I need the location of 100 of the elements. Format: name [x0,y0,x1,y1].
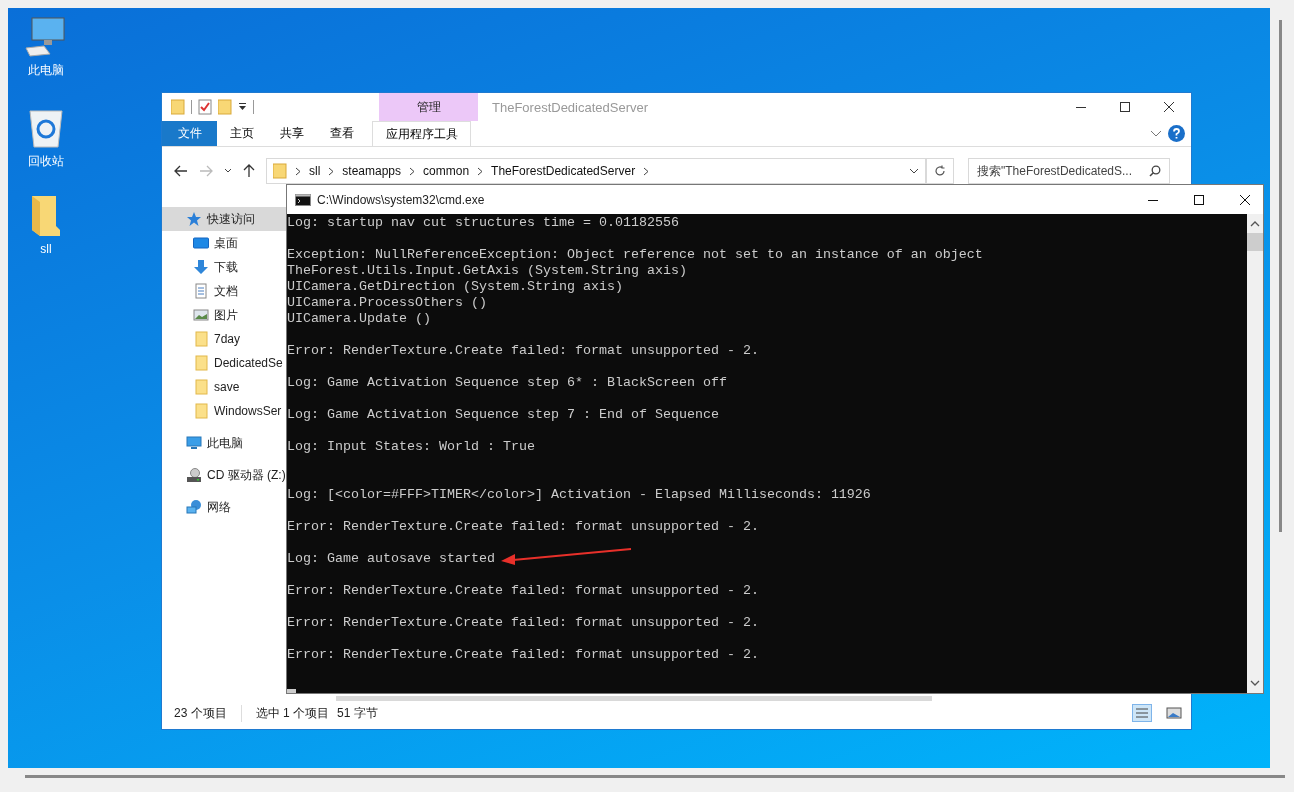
nav-label: 下载 [214,258,238,276]
console-line: Log: [<color=#FFF>TIMER</color>] Activation - Elapsed Milliseconds: 11926 [287,486,871,503]
nav-label: 文档 [214,282,238,300]
scroll-bar[interactable] [1247,214,1263,693]
maximize-icon[interactable] [1193,193,1205,206]
folder-icon [193,379,209,395]
console-line: UICamera.GetDirection (System.String axis) [287,279,623,295]
nav-item[interactable]: 此电脑 [162,431,288,455]
address-bar[interactable]: sll steamapps common TheForestDedicatedServer [266,158,926,184]
scroll-bar[interactable] [1279,20,1282,532]
nav-item[interactable]: 7day [162,327,288,351]
nav-item[interactable]: 下载 [162,255,288,279]
scroll-bar[interactable] [25,775,1285,778]
nav-label: 此电脑 [207,434,243,452]
chevron-down-icon[interactable] [224,168,232,174]
folder-icon [193,331,209,347]
context-tab-group: 管理 [379,93,478,121]
console-line: Log: Game Activation Sequence step 6* : BlackScreen off [287,375,727,391]
document-icon [193,283,209,299]
ribbon-tab[interactable]: 共享 [267,121,317,146]
close-icon[interactable] [1163,101,1175,113]
nav-label: DedicatedSe [214,356,283,370]
status-text: 51 字节 [337,704,378,722]
ribbon-tab[interactable]: 主页 [217,121,267,146]
nav-label: 网络 [207,498,231,516]
picture-icon [193,307,209,323]
console-line: Log: Game Activation Sequence step 7 : End of Sequence [287,407,719,423]
breadcrumb[interactable]: TheForestDedicatedServer [491,164,636,178]
nav-item[interactable]: 网络 [162,495,288,519]
search-field[interactable]: 搜索"TheForestDedicatedS... [968,158,1170,184]
download-arrow-icon [193,259,209,275]
nav-item[interactable]: 文档 [162,279,288,303]
folder-icon[interactable] [32,196,60,238]
folder-icon [273,163,287,179]
refresh-button[interactable] [926,158,954,184]
nav-item[interactable]: DedicatedSe [162,351,288,375]
status-text: 选中 1 个项目 [240,704,330,722]
folder-icon [193,403,209,419]
console-line: UICamera.ProcessOthers () [287,295,487,311]
console-line: Error: RenderTexture.Create failed: format unsupported - 2. [287,343,759,359]
up-arrow-icon[interactable] [243,164,255,178]
nav-label: save [214,380,240,394]
console-line: Error: RenderTexture.Create failed: format unsupported - 2. [287,519,759,535]
file-tab[interactable]: 文件 [162,121,217,146]
nav-item[interactable]: WindowsSer [162,399,288,423]
console-line: Exception: NullReferenceException: Object reference not set to an instance of an object [287,247,983,263]
back-arrow-icon[interactable] [174,165,188,177]
nav-label: CD 驱动器 (Z:) [207,466,286,484]
search-icon[interactable] [1149,165,1161,177]
breadcrumb[interactable]: sll [309,164,321,178]
console-icon [295,193,311,206]
nav-label: 快速访问 [207,210,255,228]
computer-icon [186,435,202,451]
star-icon [186,211,202,227]
console-line: UICamera.Update () [287,311,431,327]
console-line: Log: startup nav cut structures time = 0.01182556 [287,215,679,231]
console-line: Error: RenderTexture.Create failed: format unsupported - 2. [287,583,759,599]
checklist-icon[interactable] [198,99,212,115]
desktop-icon [193,235,209,251]
desktop-icon-label[interactable]: 回收站 [28,153,64,170]
breadcrumb[interactable]: steamapps [342,164,402,178]
nav-item[interactable]: CD 驱动器 (Z:) [162,463,288,487]
chevron-down-icon[interactable] [909,168,919,174]
network-icon [186,499,202,515]
nav-item[interactable]: 桌面 [162,231,288,255]
nav-label: WindowsSer [214,404,282,418]
chevron-right-icon[interactable] [409,166,416,176]
chevron-down-icon[interactable] [1150,129,1162,138]
maximize-icon[interactable] [1119,101,1131,113]
nav-item[interactable]: 图片 [162,303,288,327]
drive-icon [186,467,202,483]
console-line: Error: RenderTexture.Create failed: format unsupported - 2. [287,615,759,631]
thumbnail-view-icon[interactable] [1166,706,1182,720]
window-title: C:\Windows\system32\cmd.exe [317,192,485,207]
close-icon[interactable] [1239,193,1251,206]
console-line: Error: RenderTexture.Create failed: format unsupported - 2. [287,647,759,663]
chevron-right-icon[interactable] [477,166,484,176]
help-icon[interactable] [1168,125,1185,142]
desktop-icon-label[interactable]: sll [40,242,52,256]
window-title: TheForestDedicatedServer [491,99,649,115]
chevron-right-icon[interactable] [328,166,335,176]
computer-icon[interactable] [24,16,68,58]
text-cursor [287,689,296,693]
console-line: Log: Game autosave started [287,551,495,567]
ribbon-tab[interactable]: 查看 [317,121,367,146]
status-text: 23 个项目 [174,704,227,722]
dropdown-icon[interactable] [238,103,247,111]
console-line: Log: Input States: World : True [287,439,535,455]
nav-label: 图片 [214,306,238,324]
nav-label: 桌面 [214,234,238,252]
nav-label: 7day [214,332,241,346]
chevron-right-icon[interactable] [295,166,301,176]
refresh-icon[interactable] [934,165,946,177]
breadcrumb[interactable]: common [423,164,470,178]
console-line: TheForest.Utils.Input.GetAxis (System.String axis) [287,263,687,279]
desktop-icon-label[interactable]: 此电脑 [28,62,64,79]
folder-icon [193,355,209,371]
chevron-right-icon[interactable] [643,166,650,176]
nav-item[interactable]: save [162,375,288,399]
nav-item[interactable]: 快速访问 [162,207,288,231]
